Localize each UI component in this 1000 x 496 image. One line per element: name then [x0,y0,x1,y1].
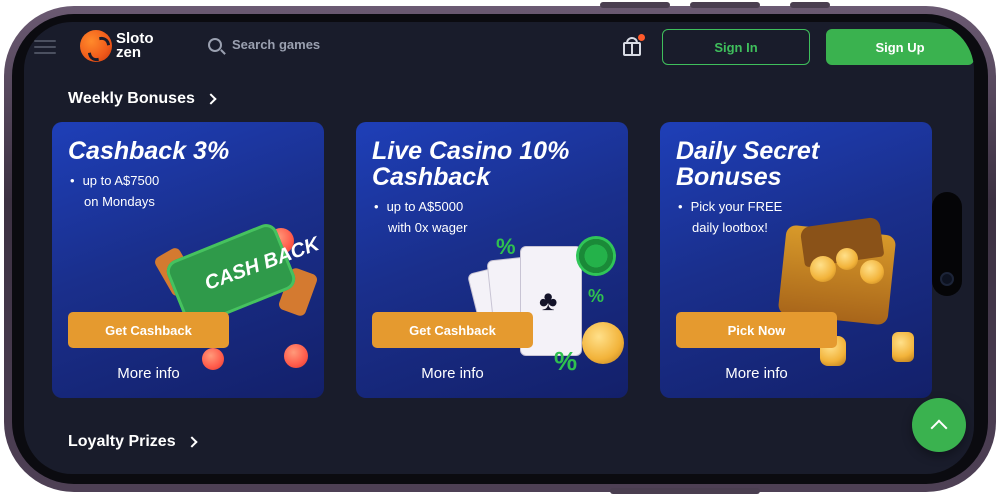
coin-decoration [284,344,308,368]
card-title: Live Casino 10% Cashback [372,137,570,191]
logo-mark-icon [80,30,112,62]
bonus-card-live-casino[interactable]: ♣ % % % Live Casino 10% Cashback up to A… [356,122,628,398]
gold-coin-image [860,260,884,284]
search-icon [208,37,222,52]
percent-symbol-decoration: % [554,346,578,376]
bonus-card-cashback[interactable]: CASH BACK Cashback 3% up to A$7500 on Mo… [52,122,324,398]
phone-button [690,2,760,8]
weekly-bonuses-heading[interactable]: Weekly Bonuses [68,90,217,108]
bonus-card-daily-secret[interactable]: Daily Secret Bonuses Pick your FREE dail… [660,122,932,398]
card-bullets: up to A$7500 on Mondays [83,170,160,212]
gift-icon[interactable] [622,34,645,56]
phone-button [600,2,670,8]
logo-text: Sloto zen [116,30,154,61]
chevron-right-icon [185,436,198,448]
chevron-right-icon [205,93,217,105]
camera-icon [940,272,954,286]
phone-button [610,488,760,494]
get-cashback-button[interactable]: Get Cashback [68,312,229,348]
gold-coin-image [836,248,858,270]
casino-chip-image [576,236,616,276]
notification-dot [638,34,645,41]
card-bullets: Pick your FREE daily lootbox! [691,196,783,238]
app-screen: Sloto zen Search games Sign In Sign Up W… [24,22,974,474]
key-image [892,332,914,362]
chevron-up-icon [930,419,948,437]
gold-coin-image [810,256,836,282]
sign-in-button[interactable]: Sign In [662,29,810,65]
card-title: Cashback 3% [68,137,230,165]
hamburger-icon[interactable] [34,40,56,54]
percent-symbol-decoration: % [496,234,516,259]
percent-symbol-decoration: % [588,286,605,306]
more-info-link[interactable]: More info [372,365,533,382]
scroll-to-top-button[interactable] [912,398,966,452]
search-input[interactable]: Search games [232,37,320,52]
pick-now-button[interactable]: Pick Now [676,312,837,348]
more-info-link[interactable]: More info [68,365,229,382]
more-info-link[interactable]: More info [676,365,837,382]
gold-coin-image [582,322,624,364]
search-bar[interactable]: Search games [208,37,320,52]
card-bullets: up to A$5000 with 0x wager [387,196,468,238]
sign-up-button[interactable]: Sign Up [826,29,974,65]
loyalty-prizes-heading[interactable]: Loyalty Prizes [68,433,198,451]
card-title: Daily Secret Bonuses [676,137,820,191]
phone-button [790,2,830,8]
top-header: Sloto zen Search games Sign In Sign Up [24,22,974,74]
get-cashback-button[interactable]: Get Cashback [372,312,533,348]
logo[interactable]: Sloto zen [80,30,154,62]
